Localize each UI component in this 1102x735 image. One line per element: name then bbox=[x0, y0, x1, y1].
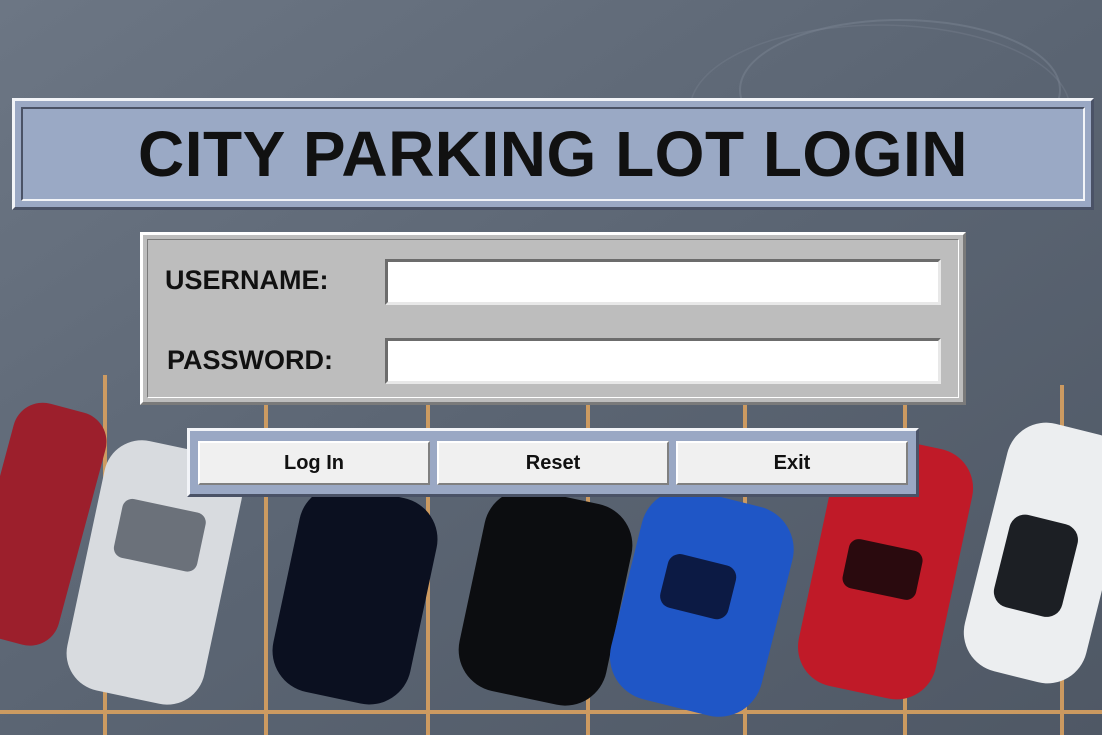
password-field[interactable] bbox=[385, 338, 941, 384]
button-bar: Log In Reset Exit bbox=[187, 428, 919, 497]
title-banner-inner: CITY PARKING LOT LOGIN bbox=[21, 107, 1085, 201]
exit-button[interactable]: Exit bbox=[676, 441, 908, 485]
login-button[interactable]: Log In bbox=[198, 441, 430, 485]
username-label: USERNAME: bbox=[165, 265, 329, 295]
password-label: PASSWORD: bbox=[167, 345, 333, 375]
reset-button[interactable]: Reset bbox=[437, 441, 669, 485]
username-field[interactable] bbox=[385, 259, 941, 305]
title-banner: CITY PARKING LOT LOGIN bbox=[12, 98, 1094, 210]
login-form-panel: USERNAME: PASSWORD: bbox=[140, 232, 966, 405]
page-title: CITY PARKING LOT LOGIN bbox=[138, 118, 968, 190]
